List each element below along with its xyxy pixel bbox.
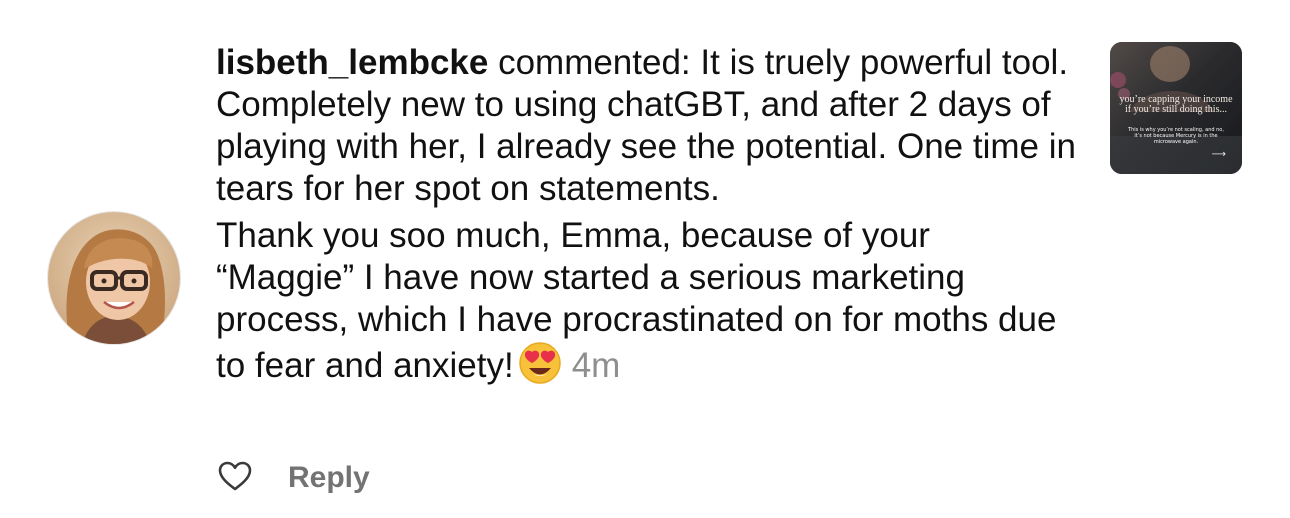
arrow-right-icon: ⟶ (1211, 149, 1226, 160)
reply-button[interactable]: Reply (288, 461, 370, 495)
post-thumbnail[interactable]: you’re capping your income if you’re sti… (1110, 42, 1242, 174)
commenter-username[interactable]: lisbeth_lembcke (216, 43, 488, 82)
comment-actions: Reply (216, 456, 370, 500)
avatar-image (48, 212, 180, 344)
comment-paragraph-1: lisbeth_lembcke commented: It is truely … (216, 42, 1076, 210)
comment-paragraph-2: Thank you soo much, Emma, because of you… (216, 215, 1076, 387)
comment-timestamp[interactable]: 4m (572, 346, 621, 385)
thumbnail-subtext: This is why you’re not scaling, and no, … (1128, 127, 1224, 145)
comment-body: lisbeth_lembcke commented: It is truely … (216, 42, 1076, 387)
comment-action-text: commented: (488, 43, 701, 82)
heart-eyes-emoji-icon (518, 341, 562, 385)
comment-text-2: Thank you soo much, Emma, because of you… (216, 216, 1057, 385)
like-button[interactable] (216, 459, 254, 497)
thumbnail-headline: you’re capping your income if you’re sti… (1110, 95, 1242, 115)
commenter-avatar[interactable] (48, 212, 180, 344)
thumbnail-headline-line-2: if you’re still doing this... (1125, 104, 1227, 115)
heart-outline-icon (217, 460, 253, 497)
